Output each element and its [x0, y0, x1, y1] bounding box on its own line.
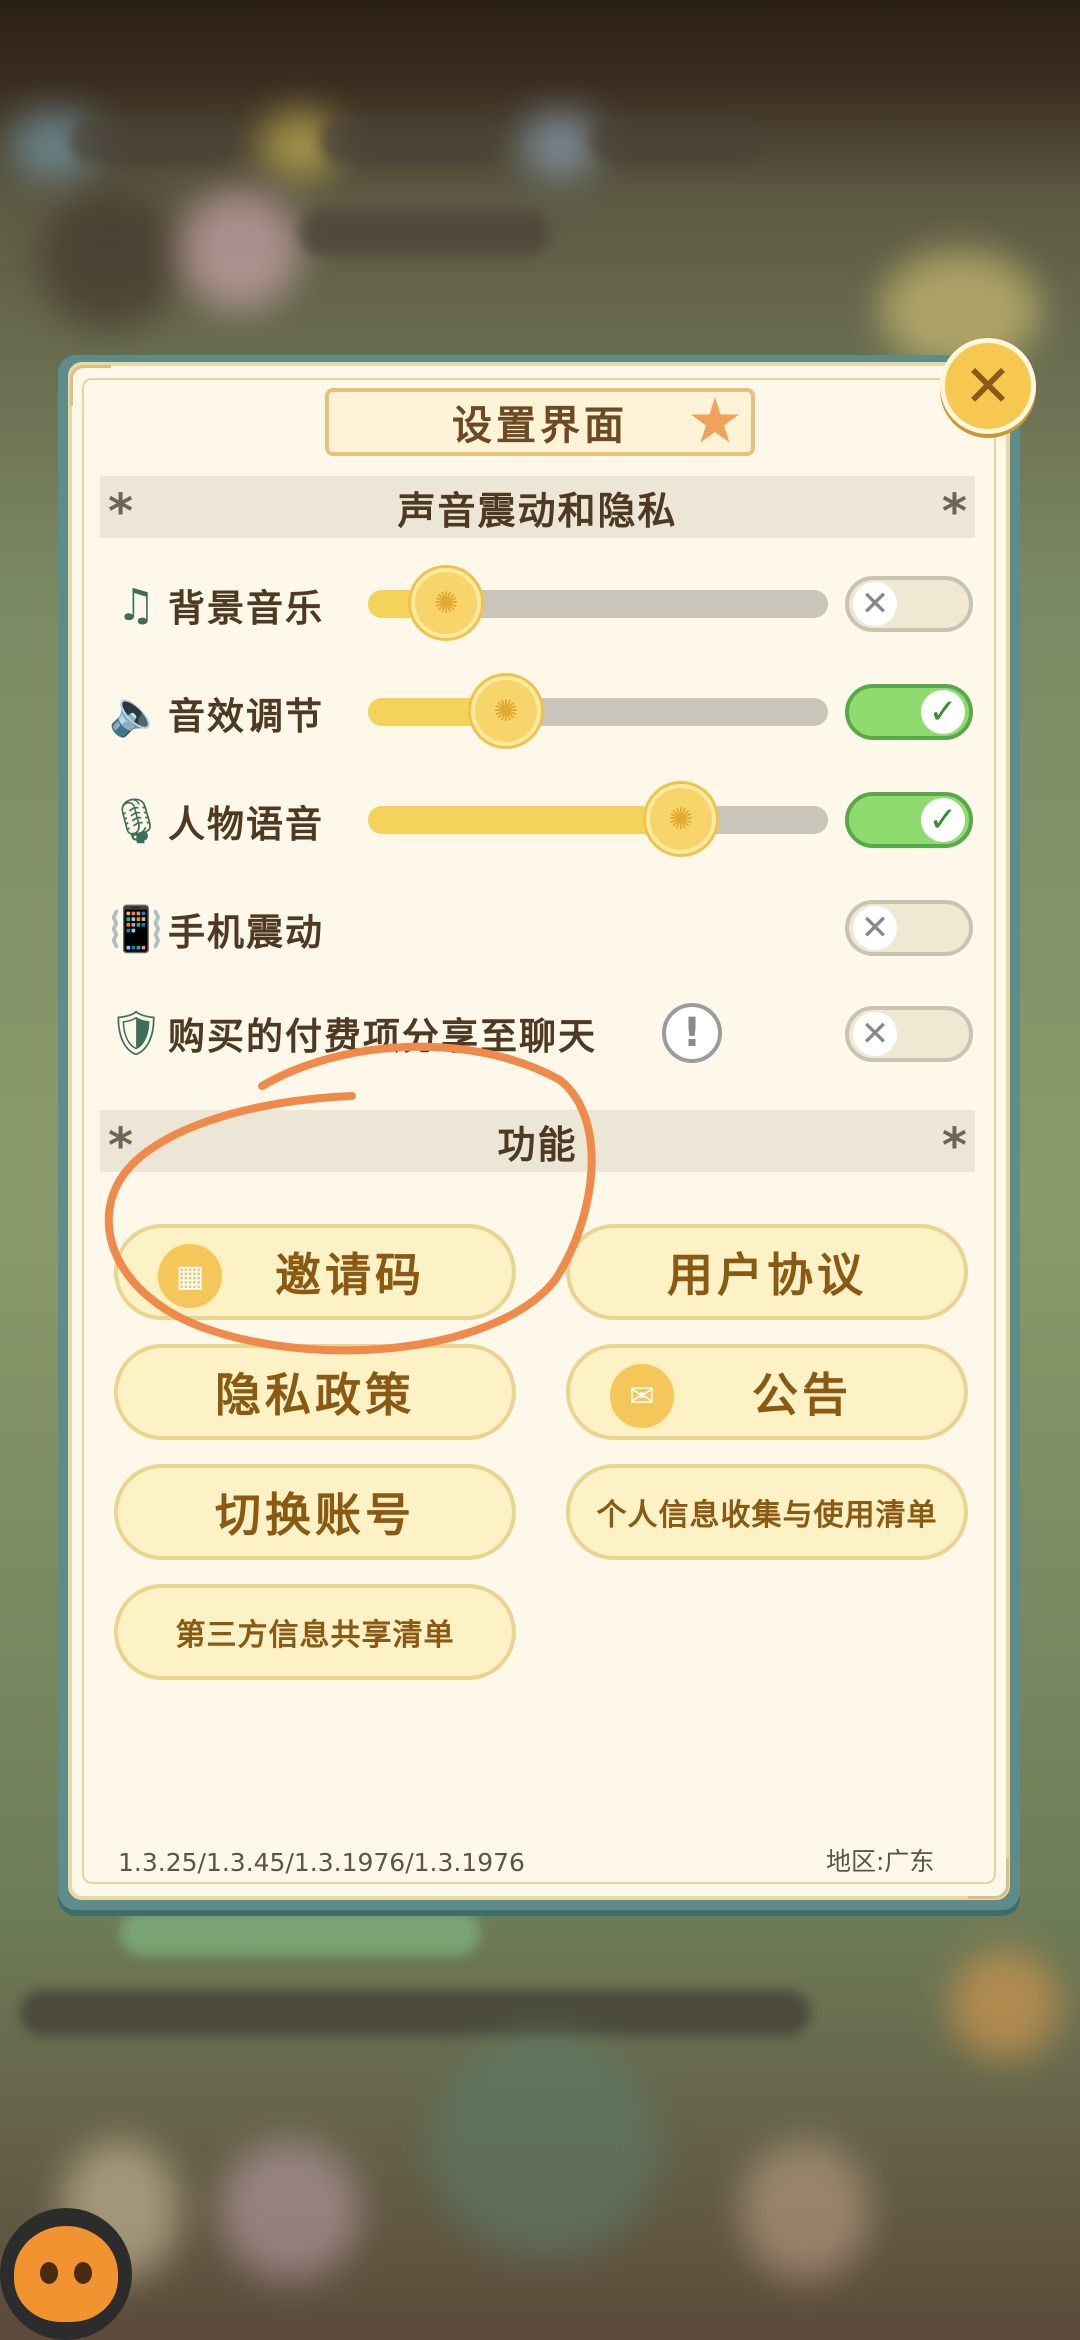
annotation-circle — [104, 1042, 596, 1355]
pumpkin-icon — [14, 2226, 118, 2322]
pumpkin-avatar-button[interactable] — [0, 2208, 132, 2340]
